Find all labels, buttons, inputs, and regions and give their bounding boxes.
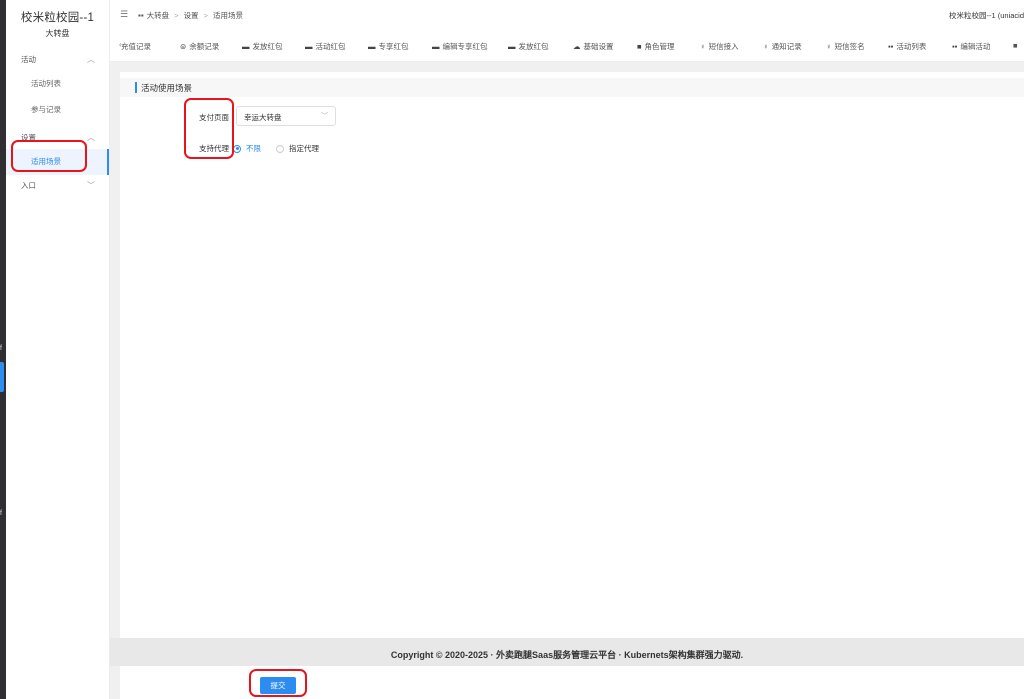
tab-sms-signature[interactable]: ♀ 短信签名 bbox=[826, 41, 865, 52]
cloud-icon: ☁ bbox=[573, 42, 581, 51]
sidebar-group-label: 入口 bbox=[21, 181, 36, 190]
menu-fold-icon[interactable]: ☰ bbox=[120, 9, 128, 20]
user-icon: ♀ bbox=[763, 42, 769, 51]
coin-icon: ⊜ bbox=[180, 42, 187, 51]
tab-exclusive-redpacket[interactable]: ▬ 专享红包 bbox=[368, 41, 409, 52]
tab-label: ■ bbox=[1013, 41, 1018, 50]
tab-label: 编辑活动 bbox=[960, 42, 991, 51]
strip-active-marker bbox=[0, 362, 4, 392]
sidebar-group-label: 活动 bbox=[21, 55, 36, 64]
section-title: 活动使用场景 bbox=[141, 83, 193, 93]
chevron-up-icon: ︿ bbox=[87, 133, 95, 142]
tab-send-redpacket[interactable]: ▬ 发放红包 bbox=[242, 41, 283, 52]
sidebar-group-label: 设置 bbox=[21, 133, 36, 142]
sidebar-group-activity[interactable]: 活动 ︿ bbox=[6, 49, 109, 71]
breadcrumb-separator: > bbox=[174, 11, 179, 20]
grid-icon: ▪▪ bbox=[888, 42, 894, 51]
user-icon: ♀ bbox=[700, 42, 706, 51]
breadcrumb-item[interactable]: 大转盘 bbox=[147, 11, 170, 20]
chevron-down-icon: ﹀ bbox=[321, 113, 328, 120]
envelope-icon: ▬ bbox=[242, 42, 250, 51]
radio-label: 不限 bbox=[246, 144, 261, 153]
tab-balance-records[interactable]: ⊜ 余额记录 bbox=[180, 41, 219, 52]
breadcrumb-item: 适用场景 bbox=[212, 11, 243, 20]
tab-label: 专享红包 bbox=[378, 42, 409, 51]
tab-edit-activity[interactable]: ▪▪ 编辑活动 bbox=[952, 41, 990, 52]
tab-activity-redpacket[interactable]: ▬ 活动红包 bbox=[305, 41, 346, 52]
strip-glyph: f bbox=[0, 345, 2, 352]
tab-sms-access[interactable]: ♀ 短信接入 bbox=[700, 41, 739, 52]
envelope-icon: ▬ bbox=[508, 42, 516, 51]
tab-activity-list[interactable]: ▪▪ 活动列表 bbox=[888, 41, 926, 52]
tab-label: 余额记录 bbox=[189, 42, 220, 51]
agent-label: 支持代理 bbox=[199, 144, 229, 153]
envelope-icon: ▬ bbox=[432, 42, 440, 51]
brand-subtitle: 大转盘 bbox=[45, 29, 70, 38]
tab-send-redpacket-2[interactable]: ▬ 发放红包 bbox=[508, 41, 549, 52]
tab-label: 通知记录 bbox=[771, 42, 802, 51]
breadcrumb-item[interactable]: 设置 bbox=[184, 11, 199, 20]
footer: Copyright © 2020-2025 · 外卖跑腿Saas服务管理云平台 … bbox=[110, 638, 1024, 666]
tab-label: 活动红包 bbox=[315, 42, 346, 51]
sidebar-item-participation-records[interactable]: 参与记录 bbox=[6, 97, 109, 123]
tab-label: 编辑专享红包 bbox=[442, 42, 488, 51]
tab-label: 活动列表 bbox=[896, 42, 927, 51]
tab-label: 发放红包 bbox=[518, 42, 549, 51]
strip-glyph: f bbox=[0, 510, 2, 517]
admin-screen: f f 校米粒校园--1 大转盘 活动 ︿ 活动列表 参与记录 设置 ︿ 适用场… bbox=[0, 0, 1024, 699]
tab-recharge-records[interactable]: 充值记录 bbox=[121, 41, 151, 52]
tab-basic-settings[interactable]: ☁ 基础设置 bbox=[573, 41, 614, 52]
agent-option-specified[interactable]: 指定代理 bbox=[276, 143, 319, 154]
envelope-icon: ▬ bbox=[368, 42, 376, 51]
tab-edit-exclusive-redpacket[interactable]: ▬ 编辑专享红包 bbox=[432, 41, 488, 52]
sidebar-item-applicable-scenes[interactable]: 适用场景 bbox=[6, 149, 109, 175]
user-account[interactable]: 校米粒校园--1 (uniacid bbox=[949, 10, 1024, 21]
section-header: 活动使用场景 bbox=[120, 78, 1024, 97]
submit-button[interactable]: 提交 bbox=[260, 677, 296, 694]
sidebar: 校米粒校园--1 大转盘 活动 ︿ 活动列表 参与记录 设置 ︿ 适用场景 入口… bbox=[6, 0, 110, 699]
envelope-icon: ▬ bbox=[305, 42, 313, 51]
pay-page-selected-value: 幸运大转盘 bbox=[244, 113, 282, 122]
chevron-up-icon: ︿ bbox=[87, 55, 95, 64]
sidebar-group-entry[interactable]: 入口 ﹀ bbox=[6, 175, 109, 197]
sidebar-item-activity-list[interactable]: 活动列表 bbox=[6, 71, 109, 97]
tab-notification-records[interactable]: ♀ 通知记录 bbox=[763, 41, 802, 52]
form-card: 活动使用场景 支付页面 幸运大转盘 ﹀ 支持代理 不限 指定代理 bbox=[120, 72, 1024, 638]
pay-page-label: 支付页面 bbox=[199, 113, 229, 122]
grid-icon: ▪▪ bbox=[952, 42, 958, 51]
tab-label: 短信接入 bbox=[708, 42, 739, 51]
copyright-text: Copyright © 2020-2025 · 外卖跑腿Saas服务管理云平台 … bbox=[390, 650, 744, 660]
tab-role-management[interactable]: ■ 角色管理 bbox=[637, 41, 675, 52]
breadcrumb-separator: > bbox=[203, 11, 208, 20]
user-icon: ♀ bbox=[826, 42, 832, 51]
sidebar-group-settings[interactable]: 设置 ︿ bbox=[6, 127, 109, 149]
agent-option-unlimited[interactable]: 不限 bbox=[233, 143, 261, 154]
top-bar: ☰ ▪▪ 大转盘 > 设置 > 适用场景 校米粒校园--1 (uniacid bbox=[110, 0, 1024, 30]
brand: 校米粒校园--1 大转盘 bbox=[6, 0, 109, 39]
radio-label: 指定代理 bbox=[289, 144, 319, 153]
bottom-action-bar: 提交 bbox=[120, 666, 1024, 699]
brand-title: 校米粒校园--1 bbox=[20, 12, 95, 24]
pay-page-select[interactable]: 幸运大转盘 ﹀ bbox=[236, 106, 336, 126]
tab-label: 角色管理 bbox=[644, 42, 675, 51]
section-accent-bar bbox=[135, 82, 137, 93]
radio-icon bbox=[276, 144, 284, 153]
lock-icon: ■ bbox=[637, 42, 642, 51]
breadcrumb: ▪▪ 大转盘 > 设置 > 适用场景 bbox=[138, 10, 243, 21]
tab-label: 充值记录 bbox=[121, 42, 151, 51]
tab-label: 基础设置 bbox=[583, 42, 614, 51]
radio-icon bbox=[233, 144, 241, 153]
tab-label: 短信签名 bbox=[834, 42, 865, 51]
tab-overflow[interactable]: ■ bbox=[1013, 41, 1018, 50]
sidebar-menu: 活动 ︿ 活动列表 参与记录 设置 ︿ 适用场景 入口 ﹀ bbox=[6, 49, 109, 197]
grid-icon: ▪▪ bbox=[138, 11, 144, 20]
chevron-down-icon: ﹀ bbox=[87, 181, 95, 190]
tab-bar: ‹ 充值记录 ⊜ 余额记录 ▬ 发放红包 ▬ 活动红包 ▬ 专享红包 ▬ 编辑专享红包 ▬… bbox=[110, 30, 1024, 62]
tab-label: 发放红包 bbox=[252, 42, 283, 51]
